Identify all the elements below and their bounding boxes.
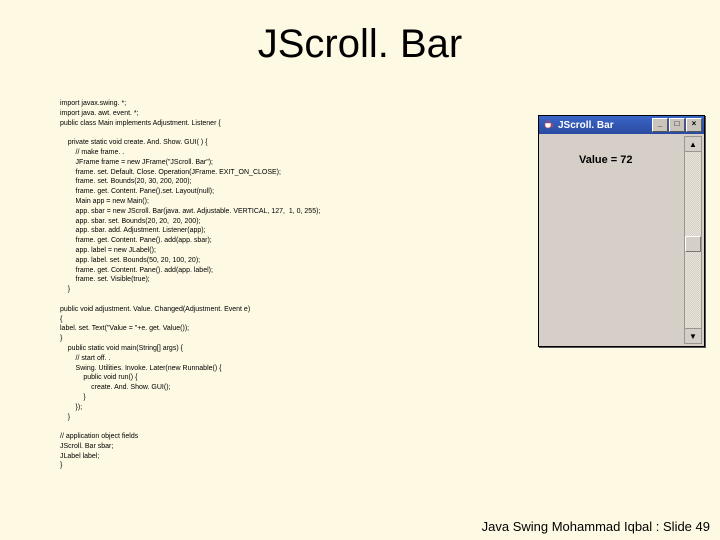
java-cup-icon — [541, 118, 555, 132]
scroll-trough[interactable] — [685, 152, 701, 328]
scroll-up-button[interactable]: ▲ — [685, 137, 701, 152]
window-title: JScroll. Bar — [558, 120, 652, 131]
slide-title: JScroll. Bar — [0, 22, 720, 67]
scroll-down-button[interactable]: ▼ — [685, 328, 701, 343]
value-label: Value = 72 — [579, 154, 633, 166]
chevron-down-icon: ▼ — [689, 332, 697, 341]
demo-window: JScroll. Bar _ □ × Value = 72 ▲ ▼ — [538, 115, 705, 347]
scroll-thumb[interactable] — [685, 236, 701, 252]
maximize-button[interactable]: □ — [669, 118, 685, 132]
titlebar: JScroll. Bar _ □ × — [539, 116, 704, 134]
minimize-button[interactable]: _ — [652, 118, 668, 132]
code-listing: import javax.swing. *; import java. awt.… — [60, 99, 530, 471]
vertical-scrollbar[interactable]: ▲ ▼ — [684, 136, 702, 344]
window-client-area: Value = 72 ▲ ▼ — [539, 134, 704, 346]
slide-footer: Java Swing Mohammad Iqbal : Slide 49 — [482, 519, 710, 534]
close-button[interactable]: × — [686, 118, 702, 132]
chevron-up-icon: ▲ — [689, 140, 697, 149]
